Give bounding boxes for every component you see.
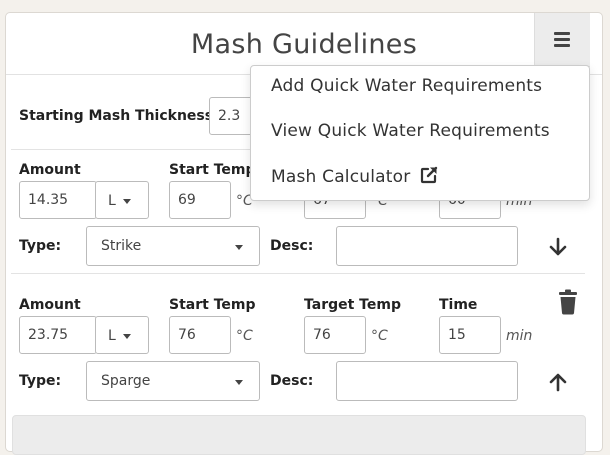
summary-bar [12,415,586,455]
desc-label: Desc: [270,238,314,254]
type-label: Type: [19,373,62,389]
target-temp-label: Target Temp [304,297,401,313]
caret-down-icon [123,334,131,339]
type-value: Sparge [101,373,151,389]
start-temp-unit: °C [236,328,253,344]
trash-icon[interactable] [557,289,579,315]
type-value: Strike [101,238,142,254]
start-temp-label: Start Temp [169,297,256,313]
menu-item-view-quick-water[interactable]: View Quick Water Requirements [271,121,550,141]
external-link-icon [420,166,438,184]
time-input[interactable]: 15 [439,316,501,354]
type-select[interactable]: Sparge [86,361,260,401]
amount-unit-select[interactable]: L [95,316,149,354]
desc-input[interactable] [336,226,518,266]
caret-down-icon [235,380,243,385]
caret-down-icon [123,199,131,204]
unit-value: L [108,328,116,344]
time-unit: min [506,328,533,344]
start-temp-input[interactable]: 76 [169,316,231,354]
type-label: Type: [19,238,62,254]
time-label: Time [439,297,478,313]
unit-value: L [108,193,116,209]
arrow-up-icon[interactable] [548,372,568,392]
menu-item-mash-calculator[interactable]: Mash Calculator [271,166,438,187]
amount-input[interactable]: 14.35 [19,181,97,219]
start-temp-label: Start Temp [169,162,256,178]
page-title: Mash Guidelines [190,29,418,60]
type-select[interactable]: Strike [86,226,260,266]
desc-label: Desc: [270,373,314,389]
menu-item-add-quick-water[interactable]: Add Quick Water Requirements [271,76,542,96]
arrow-down-icon[interactable] [548,237,568,257]
amount-label: Amount [19,162,81,178]
desc-input[interactable] [336,361,518,401]
menu-item-label: Mash Calculator [271,167,411,187]
options-dropdown-menu: Add Quick Water Requirements View Quick … [250,65,590,201]
caret-down-icon [235,245,243,250]
target-temp-input[interactable]: 76 [304,316,366,354]
target-temp-unit: °C [371,328,388,344]
amount-unit-select[interactable]: L [95,181,149,219]
menu-button[interactable] [534,13,590,67]
divider [11,273,585,274]
start-temp-input[interactable]: 69 [169,181,231,219]
amount-label: Amount [19,297,81,313]
amount-input[interactable]: 23.75 [19,316,97,354]
mash-thickness-label: Starting Mash Thickness: [19,108,219,124]
